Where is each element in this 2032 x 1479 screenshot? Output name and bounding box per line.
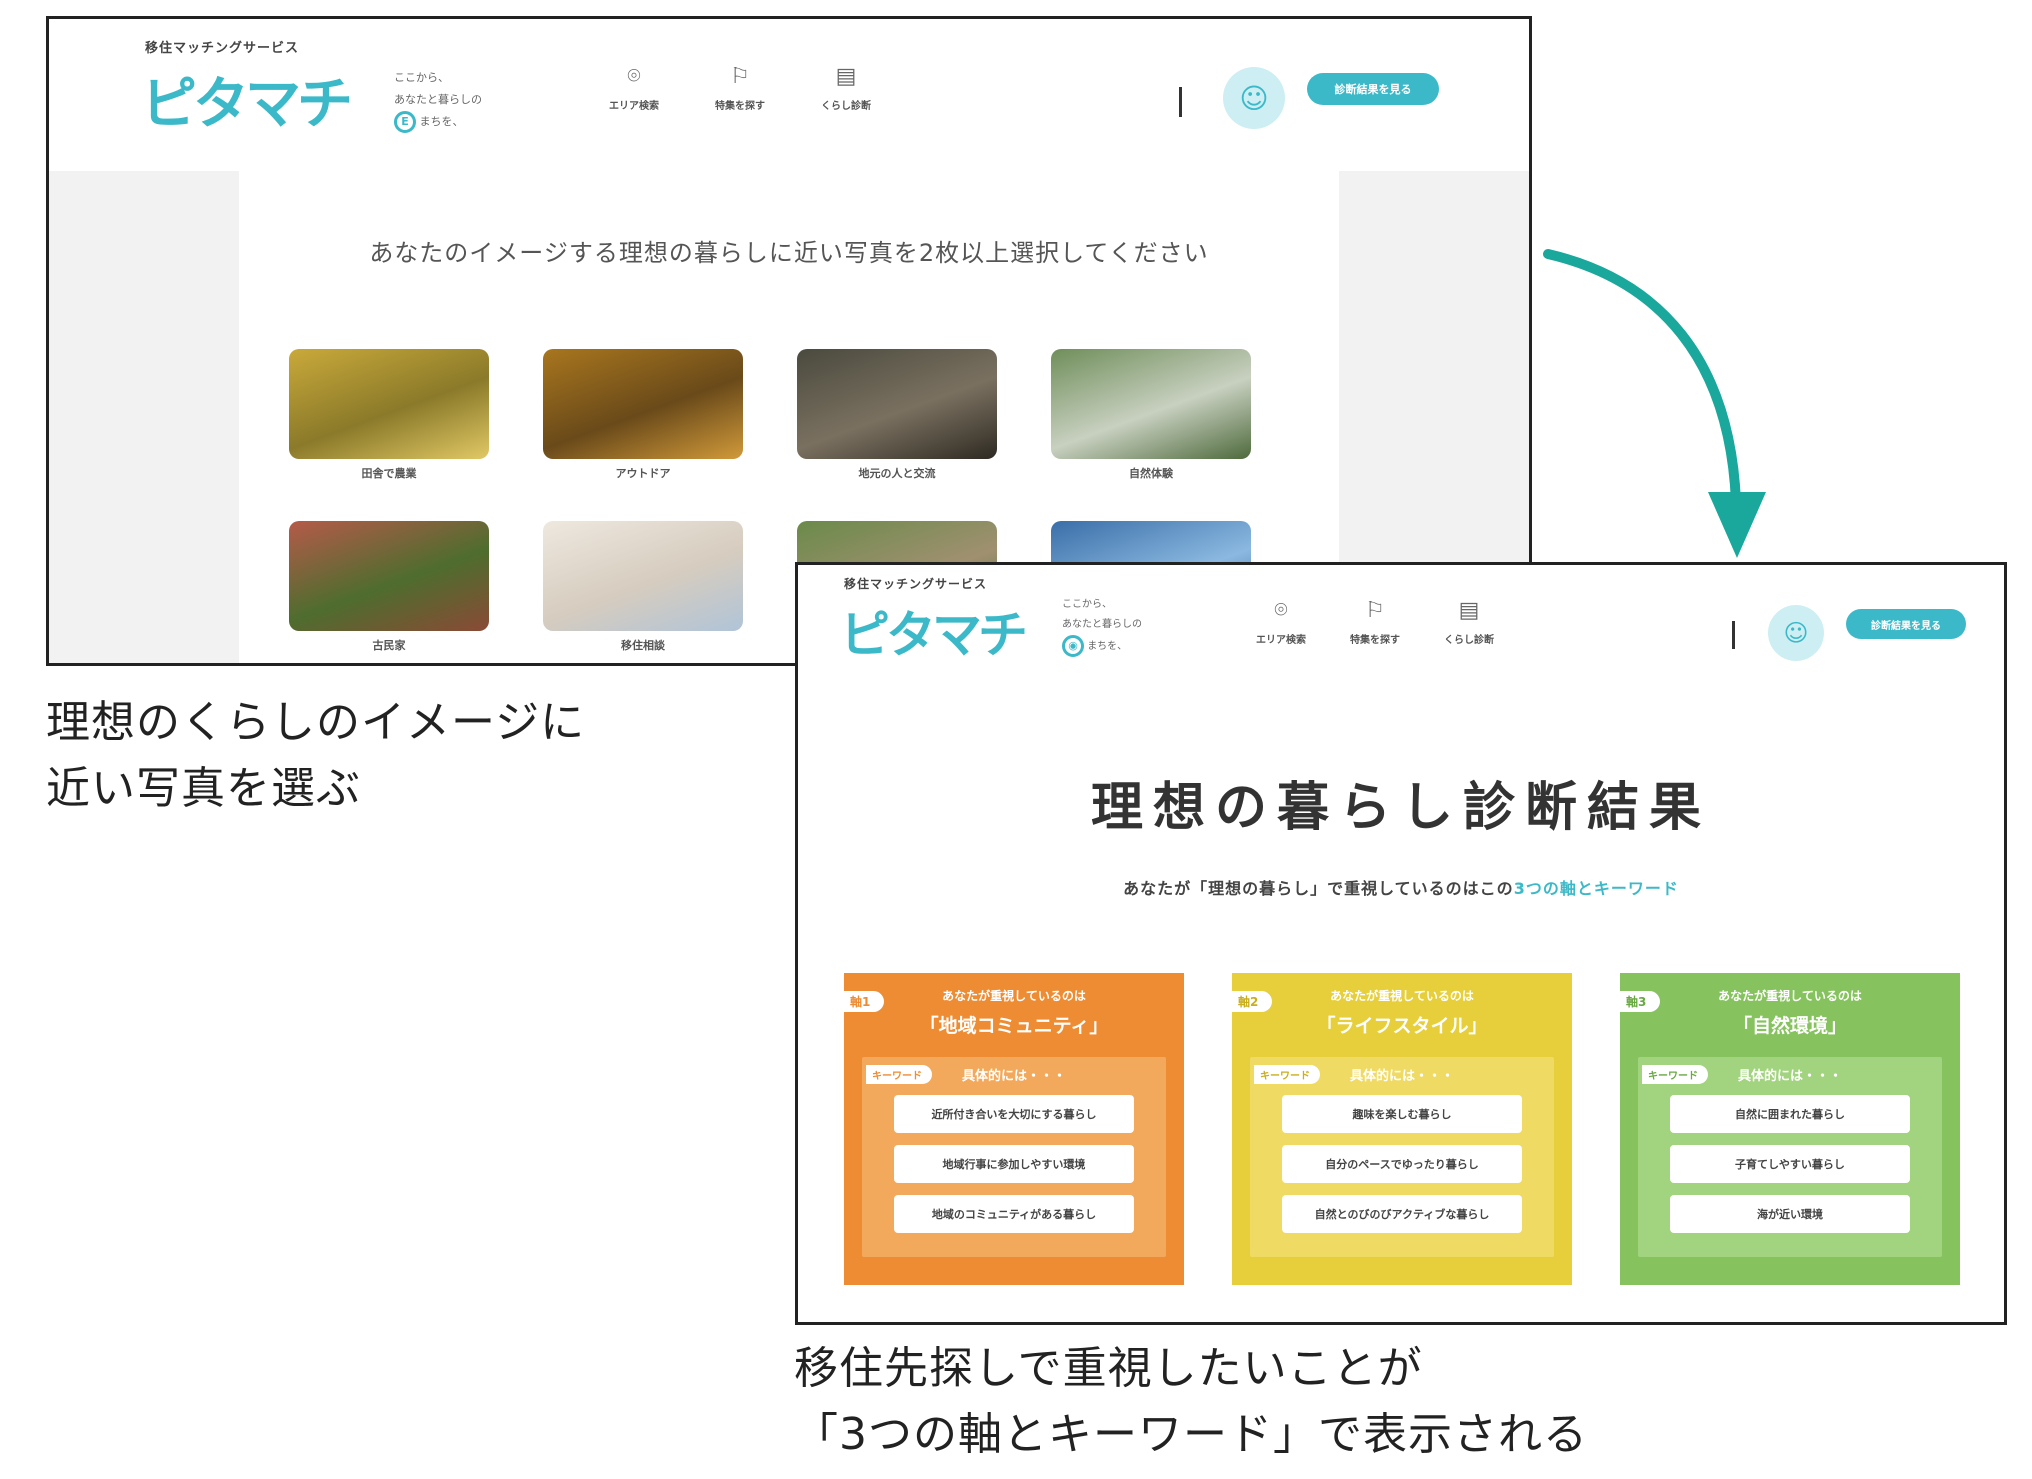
photo-option-label: 田舎で農業 (361, 467, 417, 480)
user-avatar-button[interactable]: ☺ (1768, 605, 1824, 661)
axis-lead-text: あなたが重視しているのは (1718, 989, 1862, 1003)
keyword-panel: キーワード 具体的には・・・ 自然に囲まれた暮らし 子育てしやすい暮らし 海が近い環… (1638, 1057, 1942, 1257)
main-nav: ⌾ エリア検索 ⚐ 特集を探す ▤ くらし診断 (609, 63, 871, 112)
nav-features[interactable]: ⚐ 特集を探す (715, 63, 765, 112)
keyword-tag: キーワード (1642, 1065, 1708, 1084)
flow-arrow (1543, 249, 1766, 558)
keyword-tag: キーワード (1254, 1065, 1320, 1084)
flag-icon: ⚐ (1365, 598, 1385, 623)
logo-tagline: ここから、 あなたと暮らしの ◉ まちを、 (1062, 595, 1142, 657)
keyword-item[interactable]: 地域行事に参加しやすい環境 (894, 1145, 1134, 1183)
calendar-icon: ▤ (1458, 598, 1480, 623)
photo-option-label: 古民家 (372, 639, 406, 652)
axis-card: 軸1 あなたが重視しているのは 「地域コミュニティ」 キーワード 具体的には・・… (844, 973, 1184, 1285)
axis-lead-text: あなたが重視しているのは (1330, 989, 1474, 1003)
caption-step2: 移住先探しで重視したいことが 「3つの軸とキーワード」で表示される (794, 1343, 1588, 1460)
brand-subtitle: 移住マッチングサービス (145, 41, 300, 56)
brand-subtitle: 移住マッチングサービス (844, 577, 988, 591)
nav-area-search[interactable]: ⌾ エリア検索 (609, 63, 659, 112)
photo-option[interactable] (543, 349, 743, 459)
keyword-item[interactable]: 近所付き合いを大切にする暮らし (894, 1095, 1134, 1133)
flag-icon: ⚐ (730, 64, 750, 89)
nav-features[interactable]: ⚐ 特集を探す (1350, 597, 1400, 646)
site-logo[interactable]: ピタマチ (141, 59, 353, 140)
photo-option-label: 地元の人と交流 (858, 467, 936, 480)
keyword-item[interactable]: 子育てしやすい暮らし (1670, 1145, 1910, 1183)
user-icon: ☺ (1239, 81, 1269, 115)
axis-name: 「自然環境」 (1732, 1015, 1847, 1037)
site-logo[interactable]: ピタマチ (840, 595, 1028, 667)
keyword-lead-text: 具体的には・・・ (1738, 1069, 1843, 1084)
axis-name: 「地域コミュニティ」 (919, 1015, 1109, 1037)
calendar-icon: ▤ (835, 64, 857, 89)
axis-name: 「ライフスタイル」 (1316, 1015, 1488, 1037)
keyword-lead-text: 具体的には・・・ (1350, 1069, 1455, 1084)
caption-step1: 理想のくらしのイメージに 近い写真を選ぶ (46, 697, 586, 814)
result-title: 理想の暮らし診断結果 (1090, 778, 1711, 838)
result-subtitle: あなたが「理想の暮らし」で重視しているのはこの3つの軸とキーワード (1123, 879, 1679, 898)
header-divider (1179, 87, 1182, 117)
photo-option[interactable] (289, 349, 489, 459)
axis-card: 軸3 あなたが重視しているのは 「自然環境」 キーワード 具体的には・・・ 自然… (1620, 973, 1960, 1285)
magnifier-icon: ◉ (1062, 635, 1084, 657)
nav-area-search[interactable]: ⌾ エリア検索 (1256, 597, 1306, 646)
photo-option-label: 移住相談 (621, 639, 665, 652)
axis-card: 軸2 あなたが重視しているのは 「ライフスタイル」 キーワード 具体的には・・・… (1232, 973, 1572, 1285)
location-pin-icon: ⌾ (627, 64, 641, 89)
photo-option-label: アウトドア (615, 467, 671, 480)
view-results-button[interactable]: 診断結果を見る (1307, 73, 1439, 105)
question-text: あなたのイメージする理想の暮らしに近い写真を2枚以上選択してください (369, 239, 1209, 267)
photo-option[interactable] (543, 521, 743, 631)
keyword-item[interactable]: 自然に囲まれた暮らし (1670, 1095, 1910, 1133)
keyword-lead-text: 具体的には・・・ (962, 1069, 1067, 1084)
header-divider (1732, 621, 1735, 649)
keyword-item[interactable]: 自分のペースでゆったり暮らし (1282, 1145, 1522, 1183)
photo-option[interactable] (289, 521, 489, 631)
magnifier-icon: E (394, 111, 416, 133)
photo-option-label: 自然体験 (1129, 467, 1173, 480)
keyword-panel: キーワード 具体的には・・・ 近所付き合いを大切にする暮らし 地域行事に参加しやす… (862, 1057, 1166, 1257)
site-header: 移住マッチングサービス ピタマチ ここから、 あなたと暮らしの ◉ まちを、 ⌾… (798, 565, 2004, 695)
photo-option[interactable] (797, 349, 997, 459)
keyword-tag: キーワード (866, 1065, 932, 1084)
main-nav: ⌾ エリア検索 ⚐ 特集を探す ▤ くらし診断 (1256, 597, 1494, 646)
nav-diagnosis[interactable]: ▤ くらし診断 (821, 63, 871, 112)
location-pin-icon: ⌾ (1274, 598, 1288, 623)
axis-lead-text: あなたが重視しているのは (942, 989, 1086, 1003)
user-avatar-button[interactable]: ☺ (1223, 67, 1285, 129)
logo-tagline: ここから、 あなたと暮らしの E まちを、 (394, 67, 482, 133)
keyword-item[interactable]: 地域のコミュニティがある暮らし (894, 1195, 1134, 1233)
keyword-item[interactable]: 海が近い環境 (1670, 1195, 1910, 1233)
site-header: 移住マッチングサービス ピタマチ ここから、 あなたと暮らしの E まちを、 ⌾… (49, 19, 1529, 171)
nav-diagnosis[interactable]: ▤ くらし診断 (1444, 597, 1494, 646)
keyword-item[interactable]: 趣味を楽しむ暮らし (1282, 1095, 1522, 1133)
user-icon: ☺ (1783, 619, 1809, 647)
screenshot-diagnosis-result: 移住マッチングサービス ピタマチ ここから、 あなたと暮らしの ◉ まちを、 ⌾… (795, 562, 2007, 1325)
keyword-item[interactable]: 自然とのびのびアクティブな暮らし (1282, 1195, 1522, 1233)
keyword-panel: キーワード 具体的には・・・ 趣味を楽しむ暮らし 自分のペースでゆったり暮らし 自然… (1250, 1057, 1554, 1257)
view-results-button[interactable]: 診断結果を見る (1846, 609, 1966, 639)
photo-option[interactable] (1051, 349, 1251, 459)
